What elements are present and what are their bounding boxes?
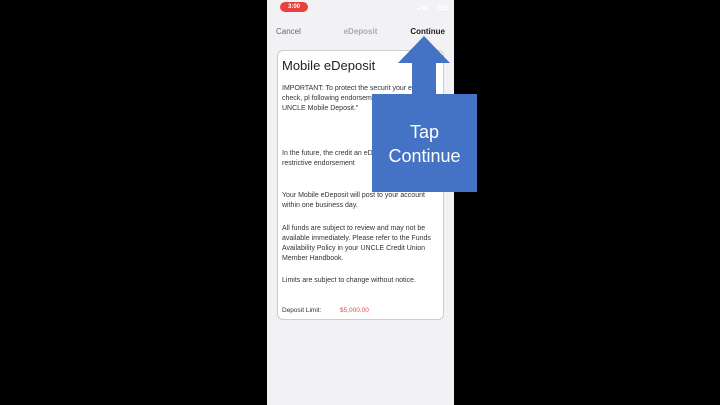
arrow-up-icon <box>398 36 450 63</box>
wifi-icon: ◠ <box>430 4 435 10</box>
time-pill: 3:00 <box>280 2 308 12</box>
callout-line-1: Tap <box>409 122 440 142</box>
signal-icon <box>418 5 427 10</box>
funds-text: All funds are subject to review and may … <box>282 225 431 262</box>
limits-text: Limits are subject to change without not… <box>282 277 416 284</box>
tap-continue-callout: Tap Continue <box>372 94 477 192</box>
nav-title: eDeposit <box>343 27 378 36</box>
card-title: Mobile eDeposit <box>282 58 376 73</box>
continue-button[interactable]: Continue <box>410 27 445 36</box>
cancel-button[interactable]: Cancel <box>276 27 301 36</box>
battery-icon <box>438 5 447 10</box>
deposit-limit-value: $5,000.00 <box>340 307 369 314</box>
arrow-shaft <box>412 60 436 96</box>
deposit-limit-label: Deposit Limit: <box>282 307 322 314</box>
status-bar: 3:00 ◠ <box>267 0 454 14</box>
post-text: Your Mobile eDeposit will post to your a… <box>282 192 425 209</box>
callout-line-2: Continue <box>388 146 461 166</box>
